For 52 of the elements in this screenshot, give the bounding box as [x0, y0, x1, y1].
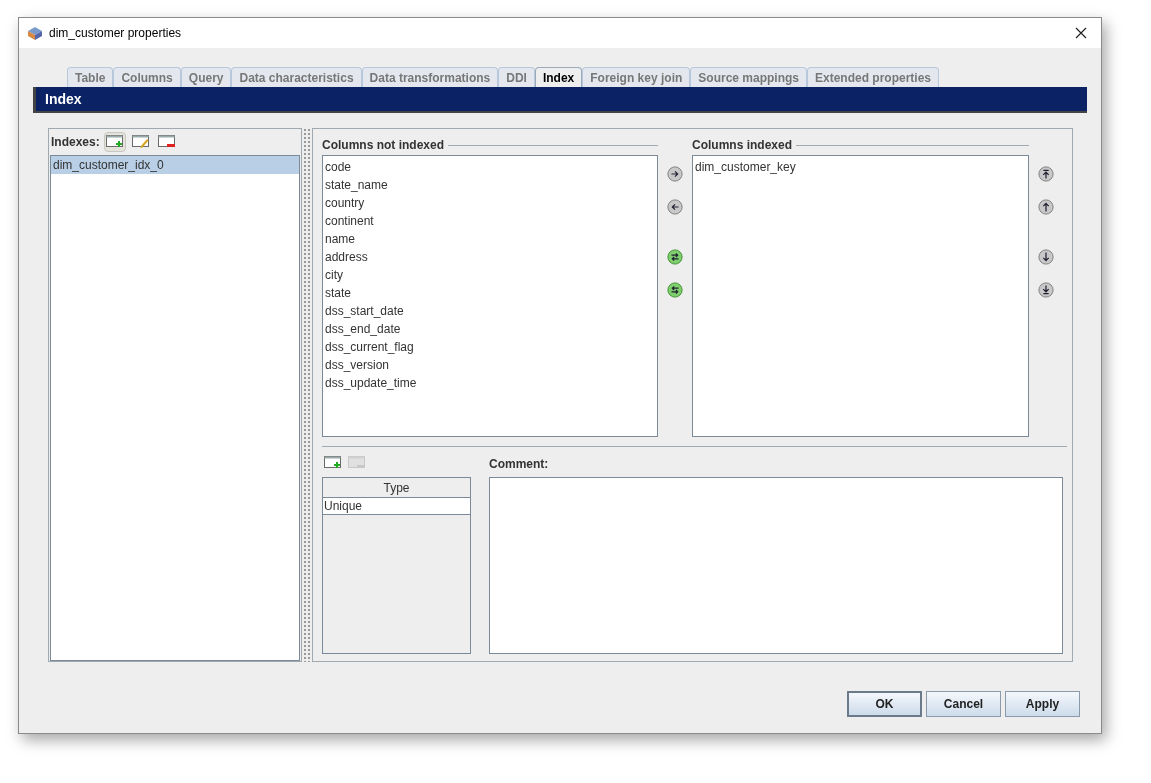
edit-window-icon	[131, 135, 150, 149]
remove-window-icon	[157, 135, 176, 149]
tab[interactable]: Table	[67, 67, 114, 87]
dialog-button[interactable]: Apply	[1005, 691, 1080, 717]
tab[interactable]: Data characteristics	[231, 67, 362, 87]
dialog-button[interactable]: OK	[847, 691, 922, 717]
column-item[interactable]: state_name	[325, 176, 656, 194]
remove-window-icon	[348, 456, 366, 470]
table-cell[interactable]: Unique	[323, 498, 470, 515]
dialog-button[interactable]: Cancel	[926, 691, 1001, 717]
tab[interactable]: DDI	[498, 67, 535, 87]
column-item[interactable]: dss_end_date	[325, 320, 656, 338]
column-item[interactable]: dss_current_flag	[325, 338, 656, 356]
down-arrow-button[interactable]	[1038, 249, 1055, 265]
tab[interactable]: Query	[180, 67, 232, 87]
left-arrow-button[interactable]	[667, 199, 684, 215]
column-item[interactable]: country	[325, 194, 656, 212]
list-title: Columns indexed	[692, 137, 793, 154]
column-item[interactable]: dss_start_date	[325, 302, 656, 320]
column-item[interactable]: code	[325, 158, 656, 176]
comment-label: Comment:	[489, 456, 549, 473]
add-tool-button[interactable]	[103, 132, 126, 152]
close-icon	[1075, 27, 1087, 39]
column-item[interactable]: city	[325, 266, 656, 284]
bottom-arrow-button[interactable]	[1038, 282, 1055, 298]
all-left-arrow-button[interactable]	[667, 282, 684, 298]
comment-field[interactable]	[489, 477, 1063, 654]
column-item[interactable]: address	[325, 248, 656, 266]
tab[interactable]: Index	[534, 67, 583, 87]
column-item[interactable]: name	[325, 230, 656, 248]
tab[interactable]: Foreign key join	[582, 67, 691, 87]
list-title: Columns not indexed	[322, 137, 444, 154]
column-item[interactable]: dss_update_time	[325, 374, 656, 392]
column-item[interactable]: continent	[325, 212, 656, 230]
right-arrow-button[interactable]	[667, 166, 684, 182]
add-window-icon	[324, 456, 342, 470]
up-arrow-button[interactable]	[1038, 199, 1055, 215]
tab[interactable]: Source mappings	[690, 67, 807, 87]
indexes-label: Indexes:	[51, 134, 100, 151]
cube-logo-icon	[27, 26, 43, 40]
index-item[interactable]: dim_customer_idx_0	[51, 156, 299, 174]
tab[interactable]: Extended properties	[807, 67, 939, 87]
column-item[interactable]: dss_version	[325, 356, 656, 374]
top-arrow-button[interactable]	[1038, 166, 1055, 182]
window-title: dim_customer properties	[49, 25, 182, 42]
column-item[interactable]: dim_customer_key	[695, 158, 1027, 176]
column-item[interactable]: state	[325, 284, 656, 302]
add-window-icon	[105, 135, 124, 149]
header-text: Index	[45, 89, 82, 109]
all-right-arrow-button[interactable]	[667, 249, 684, 265]
tab[interactable]: Data transformations	[361, 67, 499, 87]
tab[interactable]: Columns	[113, 67, 181, 87]
